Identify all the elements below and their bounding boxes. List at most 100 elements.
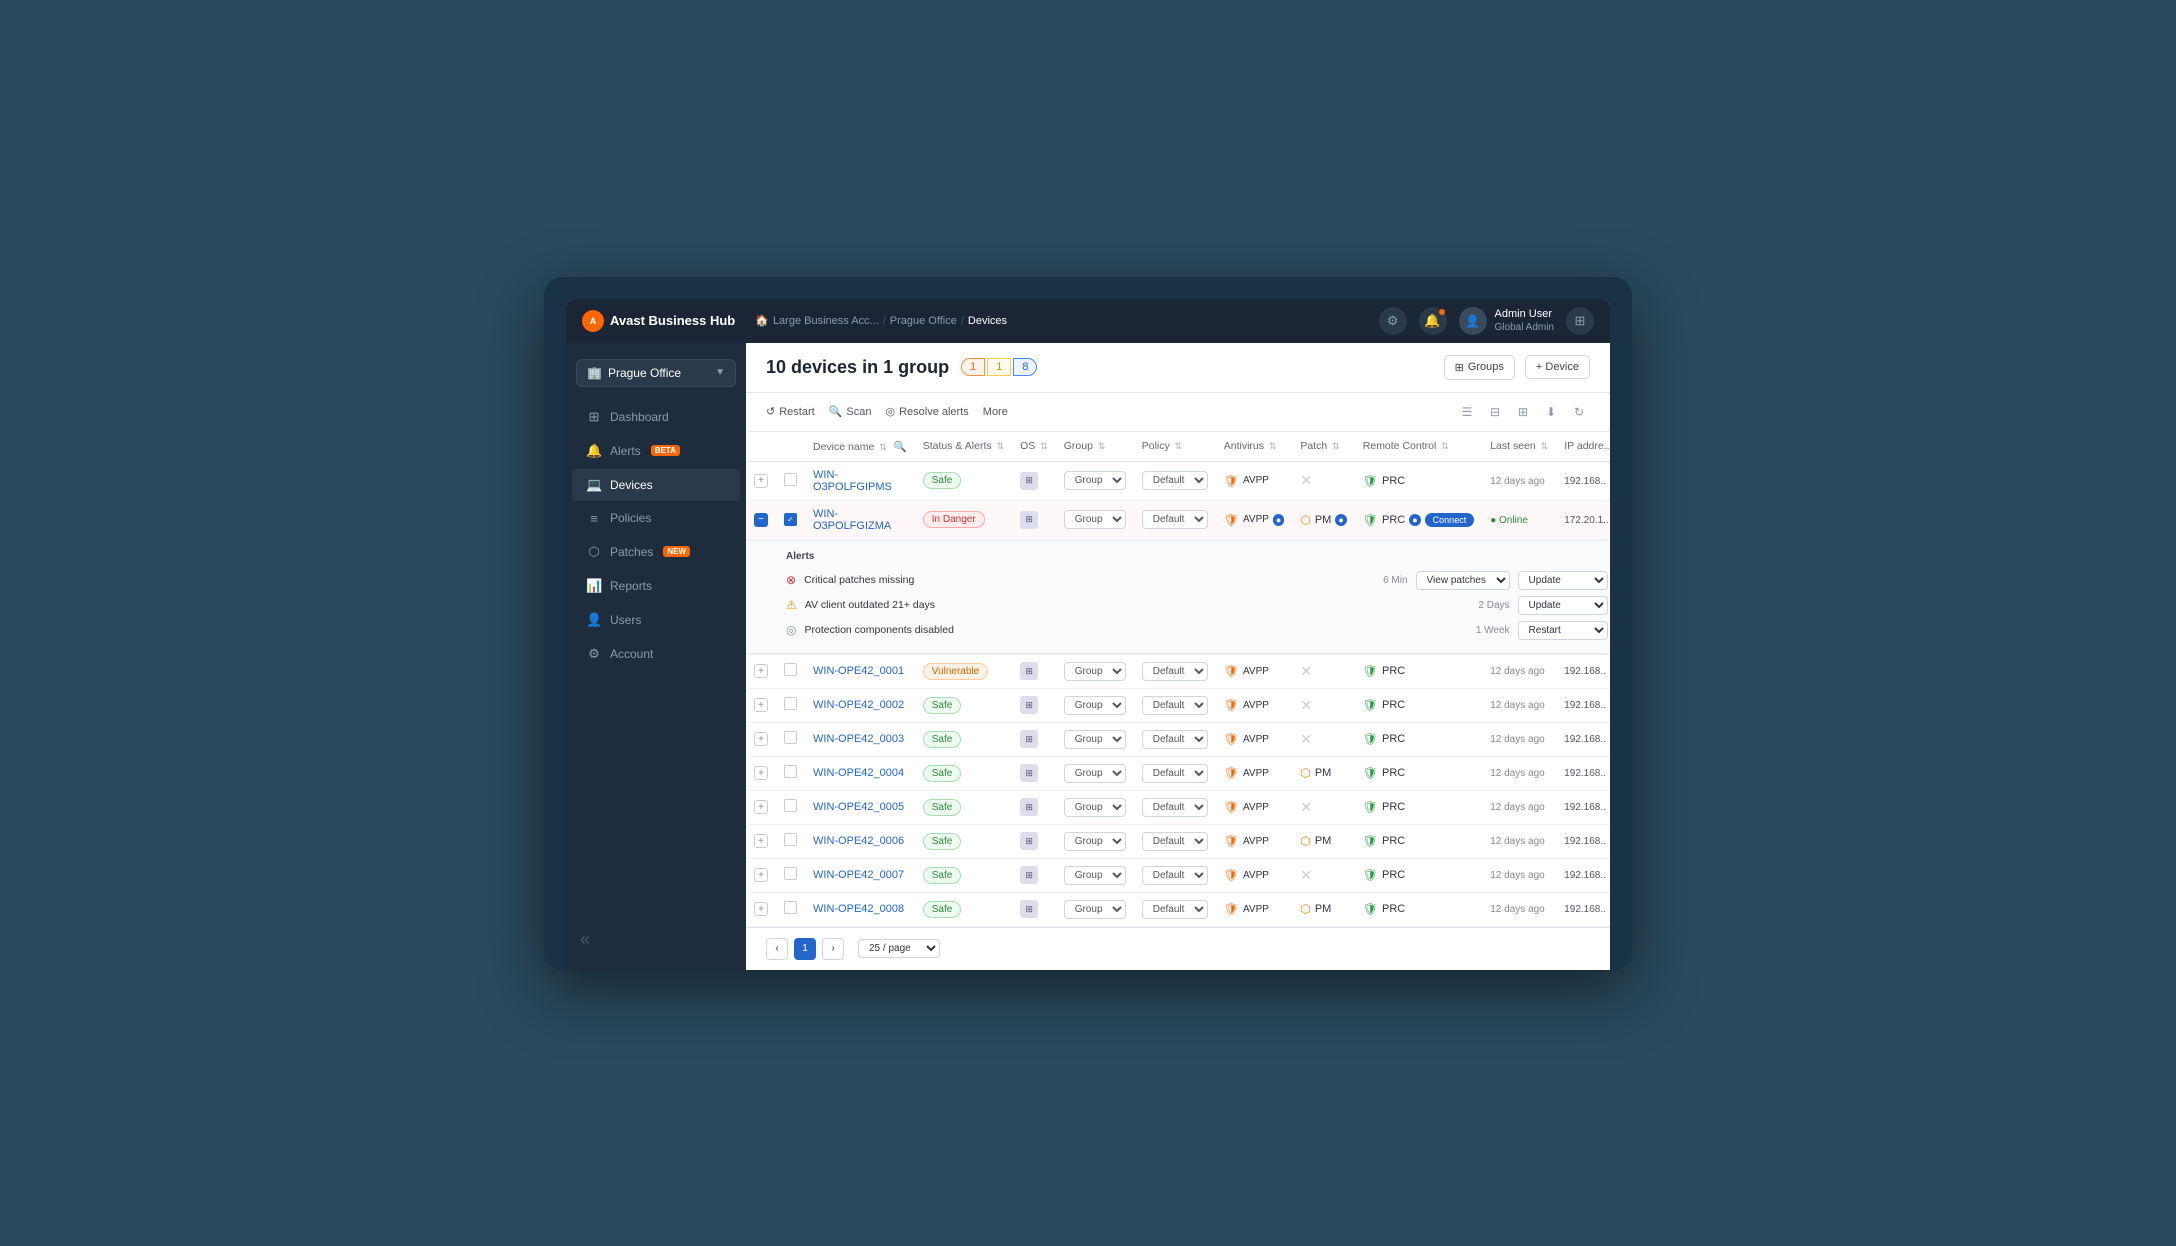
detail-view-icon[interactable]: ⊟: [1484, 401, 1506, 423]
row-checkbox[interactable]: [784, 697, 797, 710]
row-expand-button[interactable]: +: [754, 474, 768, 488]
policy-select[interactable]: Default: [1142, 696, 1208, 715]
scan-action[interactable]: 🔍 Scan: [829, 405, 872, 418]
more-action[interactable]: More: [983, 406, 1008, 418]
col-status[interactable]: Status & Alerts ⇅: [915, 432, 1012, 462]
device-link[interactable]: WIN-O3POLFGIZMA: [813, 508, 891, 532]
group-select[interactable]: Group: [1064, 510, 1126, 529]
notification-icon[interactable]: 🔔: [1419, 307, 1447, 335]
row-checkbox[interactable]: [784, 663, 797, 676]
sidebar-collapse-button[interactable]: «: [566, 921, 746, 958]
device-link[interactable]: WIN-OPE42_0003: [813, 733, 904, 745]
row-checkbox[interactable]: [784, 473, 797, 486]
col-os[interactable]: OS ⇅: [1012, 432, 1056, 462]
row-expand-button[interactable]: +: [754, 664, 768, 678]
row-expand-button[interactable]: +: [754, 834, 768, 848]
refresh-icon[interactable]: ↻: [1568, 401, 1590, 423]
col-ip[interactable]: IP addre..: [1556, 432, 1610, 462]
col-antivirus[interactable]: Antivirus ⇅: [1216, 432, 1293, 462]
page-1-button[interactable]: 1: [794, 938, 816, 960]
download-icon[interactable]: ⬇: [1540, 401, 1562, 423]
row-checkbox[interactable]: [784, 867, 797, 880]
device-link[interactable]: WIN-OPE42_0002: [813, 699, 904, 711]
row-checkbox[interactable]: [784, 833, 797, 846]
sidebar-item-patches[interactable]: ⬡ Patches NEW: [572, 536, 740, 568]
row-expand-button[interactable]: +: [754, 868, 768, 882]
col-patch[interactable]: Patch ⇅: [1292, 432, 1354, 462]
device-link[interactable]: WIN-OPE42_0004: [813, 767, 904, 779]
av-toggle[interactable]: ●: [1273, 514, 1284, 526]
list-view-icon[interactable]: ☰: [1456, 401, 1478, 423]
policy-select[interactable]: Default: [1142, 510, 1208, 529]
per-page-select[interactable]: 25 / page 50 / page 100 / page: [858, 939, 940, 958]
connect-button[interactable]: Connect: [1425, 513, 1475, 527]
col-last-seen[interactable]: Last seen ⇅: [1482, 432, 1556, 462]
group-select[interactable]: Group: [1064, 662, 1126, 681]
search-icon[interactable]: 🔍: [894, 441, 907, 453]
group-select[interactable]: Group: [1064, 832, 1126, 851]
office-selector[interactable]: 🏢 Prague Office ▼: [576, 359, 736, 387]
breadcrumb-item-1[interactable]: Prague Office: [890, 315, 957, 327]
next-page-button[interactable]: ›: [822, 938, 844, 960]
col-group[interactable]: Group ⇅: [1056, 432, 1134, 462]
row-expand-button[interactable]: +: [754, 902, 768, 916]
policy-select[interactable]: Default: [1142, 866, 1208, 885]
breadcrumb-item-0[interactable]: Large Business Acc...: [773, 315, 879, 327]
row-expand-button[interactable]: +: [754, 698, 768, 712]
sidebar-item-devices[interactable]: 💻 Devices: [572, 469, 740, 501]
policy-select[interactable]: Default: [1142, 662, 1208, 681]
settings-icon[interactable]: ⚙: [1379, 307, 1407, 335]
add-device-button[interactable]: + Device: [1525, 355, 1590, 379]
restart-action[interactable]: ↺ Restart: [766, 405, 815, 418]
device-link[interactable]: WIN-OPE42_0007: [813, 869, 904, 881]
groups-button[interactable]: ⊞ Groups: [1444, 355, 1515, 380]
device-link[interactable]: WIN-OPE42_0005: [813, 801, 904, 813]
row-expand-button[interactable]: +: [754, 766, 768, 780]
device-link[interactable]: WIN-O3POLFGIPMS: [813, 469, 892, 493]
update-select[interactable]: Update: [1518, 571, 1608, 590]
row-checkbox[interactable]: [784, 901, 797, 914]
row-expand-button[interactable]: +: [754, 800, 768, 814]
row-expand-button[interactable]: +: [754, 732, 768, 746]
group-select[interactable]: Group: [1064, 764, 1126, 783]
row-checkbox[interactable]: [784, 731, 797, 744]
policy-select[interactable]: Default: [1142, 471, 1208, 490]
row-checkbox[interactable]: [784, 799, 797, 812]
device-link[interactable]: WIN-OPE42_0006: [813, 835, 904, 847]
view-patches-select[interactable]: View patches: [1416, 571, 1510, 590]
sidebar-item-users[interactable]: 👤 Users: [572, 604, 740, 636]
policy-select[interactable]: Default: [1142, 832, 1208, 851]
prev-page-button[interactable]: ‹: [766, 938, 788, 960]
row-checkbox[interactable]: ✓: [784, 513, 797, 526]
col-policy[interactable]: Policy ⇅: [1134, 432, 1216, 462]
sidebar-item-reports[interactable]: 📊 Reports: [572, 570, 740, 602]
resolve-alerts-action[interactable]: ◎ Resolve alerts: [885, 405, 968, 418]
device-link[interactable]: WIN-OPE42_0001: [813, 665, 904, 677]
policy-select[interactable]: Default: [1142, 764, 1208, 783]
sidebar-item-policies[interactable]: ≡ Policies: [572, 503, 740, 534]
policy-select[interactable]: Default: [1142, 730, 1208, 749]
group-select[interactable]: Group: [1064, 866, 1126, 885]
group-select[interactable]: Group: [1064, 798, 1126, 817]
group-select[interactable]: Group: [1064, 471, 1126, 490]
patch-toggle[interactable]: ●: [1335, 514, 1346, 526]
restart-action-select[interactable]: Restart: [1518, 621, 1608, 640]
group-select[interactable]: Group: [1064, 696, 1126, 715]
group-select[interactable]: Group: [1064, 730, 1126, 749]
row-expand-button[interactable]: −: [754, 513, 768, 527]
policy-select[interactable]: Default: [1142, 900, 1208, 919]
ip-address: 172.20.1..: [1564, 515, 1608, 526]
update-action-select[interactable]: Update: [1518, 596, 1608, 615]
sidebar-item-alerts[interactable]: 🔔 Alerts BETA: [572, 435, 740, 467]
prc-toggle[interactable]: ●: [1409, 514, 1420, 526]
row-checkbox[interactable]: [784, 765, 797, 778]
sidebar-item-account[interactable]: ⚙ Account: [572, 638, 740, 670]
grid-view-icon[interactable]: ⊞: [1512, 401, 1534, 423]
device-link[interactable]: WIN-OPE42_0008: [813, 903, 904, 915]
sidebar-item-dashboard[interactable]: ⊞ Dashboard: [572, 401, 740, 433]
col-device-name[interactable]: Device name ⇅ 🔍: [805, 432, 915, 462]
group-select[interactable]: Group: [1064, 900, 1126, 919]
col-remote-control[interactable]: Remote Control ⇅: [1355, 432, 1482, 462]
grid-icon[interactable]: ⊞: [1566, 307, 1594, 335]
policy-select[interactable]: Default: [1142, 798, 1208, 817]
